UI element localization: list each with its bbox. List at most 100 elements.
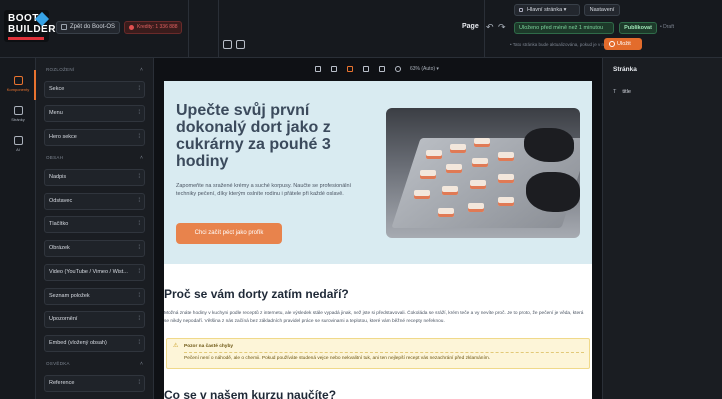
dessert [498, 197, 514, 206]
dessert [498, 174, 514, 183]
component-item[interactable]: Nadpis ⁞ [44, 169, 145, 186]
divider [218, 0, 219, 58]
drag-handle-icon[interactable]: ⁞ [138, 336, 140, 351]
dessert [426, 150, 442, 159]
save-button[interactable]: Uložit [604, 38, 642, 50]
properties-panel: Stránka Ttitle [602, 58, 722, 399]
drag-handle-icon[interactable]: ⁞ [138, 241, 140, 256]
drag-handle-icon[interactable]: ⁞ [138, 376, 140, 391]
chevron-up-icon: ˄ [140, 361, 144, 367]
hero-title[interactable]: Upečte svůj první dokonalý dort jako z c… [176, 102, 366, 170]
fullscreen-icon[interactable] [363, 66, 369, 72]
logo-text-bottom: BUILDER [8, 24, 56, 35]
component-label: Tlačítko [49, 221, 69, 227]
rail-item-components[interactable]: Komponenty [0, 70, 36, 100]
component-label: Reference [49, 380, 75, 386]
dessert [450, 144, 466, 153]
drag-handle-icon[interactable]: ⁞ [138, 194, 140, 209]
page-label: Page [462, 23, 479, 30]
redo-icon[interactable]: ↷ [498, 22, 506, 33]
chevron-up-icon: ˄ [140, 67, 144, 73]
drag-handle-icon[interactable]: ⁞ [138, 289, 140, 304]
panel-right-icon[interactable] [236, 40, 245, 49]
credits-badge[interactable]: Kredity: 1 336 888 [124, 21, 182, 34]
logo-bar [8, 37, 44, 40]
page-preview[interactable]: Upečte svůj první dokonalý dort jako z c… [164, 81, 592, 399]
component-item[interactable]: Video (YouTube / Vimeo / Wist... ⁞ [44, 264, 145, 281]
hero-image[interactable] [386, 108, 580, 238]
section-title[interactable]: Co se v našem kurzu naučíte? [164, 388, 336, 399]
rail-label: Stránky [11, 117, 25, 122]
panel-left-icon[interactable] [223, 40, 232, 49]
component-item[interactable]: Embed (vložený obsah) ⁞ [44, 335, 145, 352]
component-item[interactable]: Seznam položek ⁞ [44, 288, 145, 305]
drag-handle-icon[interactable]: ⁞ [138, 130, 140, 145]
home-icon [61, 24, 67, 30]
component-label: Hero sekce [49, 134, 77, 140]
component-item[interactable]: Reference ⁞ [44, 375, 145, 392]
component-item[interactable]: Tlačítko ⁞ [44, 216, 145, 233]
publish-button[interactable]: Publikovat [619, 22, 657, 34]
hero-text[interactable]: Zapomeňte na sražené krémy a suché korpu… [176, 183, 366, 198]
section-title: OSVĚDKA [46, 361, 70, 366]
dessert [414, 190, 430, 199]
component-item[interactable]: Hero sekce ⁞ [44, 129, 145, 146]
hero-cta-button[interactable]: Chci začít péct jako profík [176, 223, 282, 244]
chevron-up-icon: ˄ [140, 155, 144, 161]
undo-icon[interactable]: ↶ [486, 22, 494, 33]
page-select[interactable]: Hlavní stránka ▾ [514, 4, 580, 16]
component-item[interactable]: Upozornění ⁞ [44, 311, 145, 328]
panel-title: Stránka [613, 66, 637, 73]
warning-callout[interactable]: ⚠ Pozor na časté chyby Pečení není o náh… [166, 338, 590, 369]
components-panel: ROZLOŽENÍ ˄ Sekce ⁞ Menu ⁞ Hero sekce ⁞ OBSA… [36, 58, 154, 399]
hero-section[interactable]: Upečte svůj první dokonalý dort jako z c… [164, 81, 592, 264]
drag-handle-icon[interactable]: ⁞ [138, 170, 140, 185]
fit-icon[interactable] [379, 66, 385, 72]
drag-handle-icon[interactable]: ⁞ [138, 265, 140, 280]
drag-handle-icon[interactable]: ⁞ [138, 312, 140, 327]
mobile-view-icon[interactable] [315, 66, 321, 72]
component-item[interactable]: Sekce ⁞ [44, 81, 145, 98]
section-header[interactable]: OSVĚDKA ˄ [46, 361, 143, 367]
rail-label: AI [16, 147, 20, 152]
drag-handle-icon[interactable]: ⁞ [138, 217, 140, 232]
zoom-value: 63% (Auto) [410, 66, 436, 72]
save-button-label: Uložit [617, 41, 631, 47]
dessert [474, 138, 490, 147]
section-text[interactable]: Možná znáte hodiny v kuchyni podle recep… [164, 310, 588, 325]
section-header[interactable]: OBSAH ˄ [46, 155, 143, 161]
component-item[interactable]: Obrázek ⁞ [44, 240, 145, 257]
text-type-icon: T [613, 89, 617, 95]
section-title: ROZLOŽENÍ [46, 67, 75, 72]
component-label: Sekce [49, 86, 65, 92]
desktop-view-icon[interactable] [347, 66, 353, 72]
component-item[interactable]: Odstavec ⁞ [44, 193, 145, 210]
ai-icon [13, 136, 23, 145]
component-item[interactable]: Menu ⁞ [44, 105, 145, 122]
section-title[interactable]: Proč se vám dorty zatím nedaří? [164, 287, 349, 301]
drag-handle-icon[interactable]: ⁞ [138, 82, 140, 97]
section-title: OBSAH [46, 155, 64, 160]
warning-divider [184, 352, 584, 353]
back-to-os-button[interactable]: Zpět do Boot-OS [56, 21, 120, 34]
dessert [438, 208, 454, 217]
logo[interactable]: BOOT BUILDER [4, 10, 56, 42]
zoom-icon[interactable] [395, 66, 401, 72]
rail-label: Komponenty [6, 87, 30, 92]
tablet-view-icon[interactable] [331, 66, 337, 72]
canvas-toolbar: 63% (Auto) ▾ [154, 58, 602, 80]
section-header[interactable]: ROZLOŽENÍ ˄ [46, 67, 143, 73]
credit-icon [129, 25, 134, 30]
dessert [420, 170, 436, 179]
back-button-label: Zpět do Boot-OS [70, 24, 116, 30]
zoom-select[interactable]: 63% (Auto) ▾ [410, 66, 439, 72]
title-row[interactable]: Ttitle [613, 89, 631, 95]
left-rail: Komponenty Stránky AI [0, 58, 36, 399]
rail-item-pages[interactable]: Stránky [0, 106, 36, 122]
drag-handle-icon[interactable]: ⁞ [138, 106, 140, 121]
dessert [470, 180, 486, 189]
component-label: Embed (vložený obsah) [49, 340, 107, 346]
component-label: Nadpis [49, 174, 67, 180]
settings-button[interactable]: Nastavení [584, 4, 620, 16]
rail-item-ai[interactable]: AI [0, 136, 36, 152]
